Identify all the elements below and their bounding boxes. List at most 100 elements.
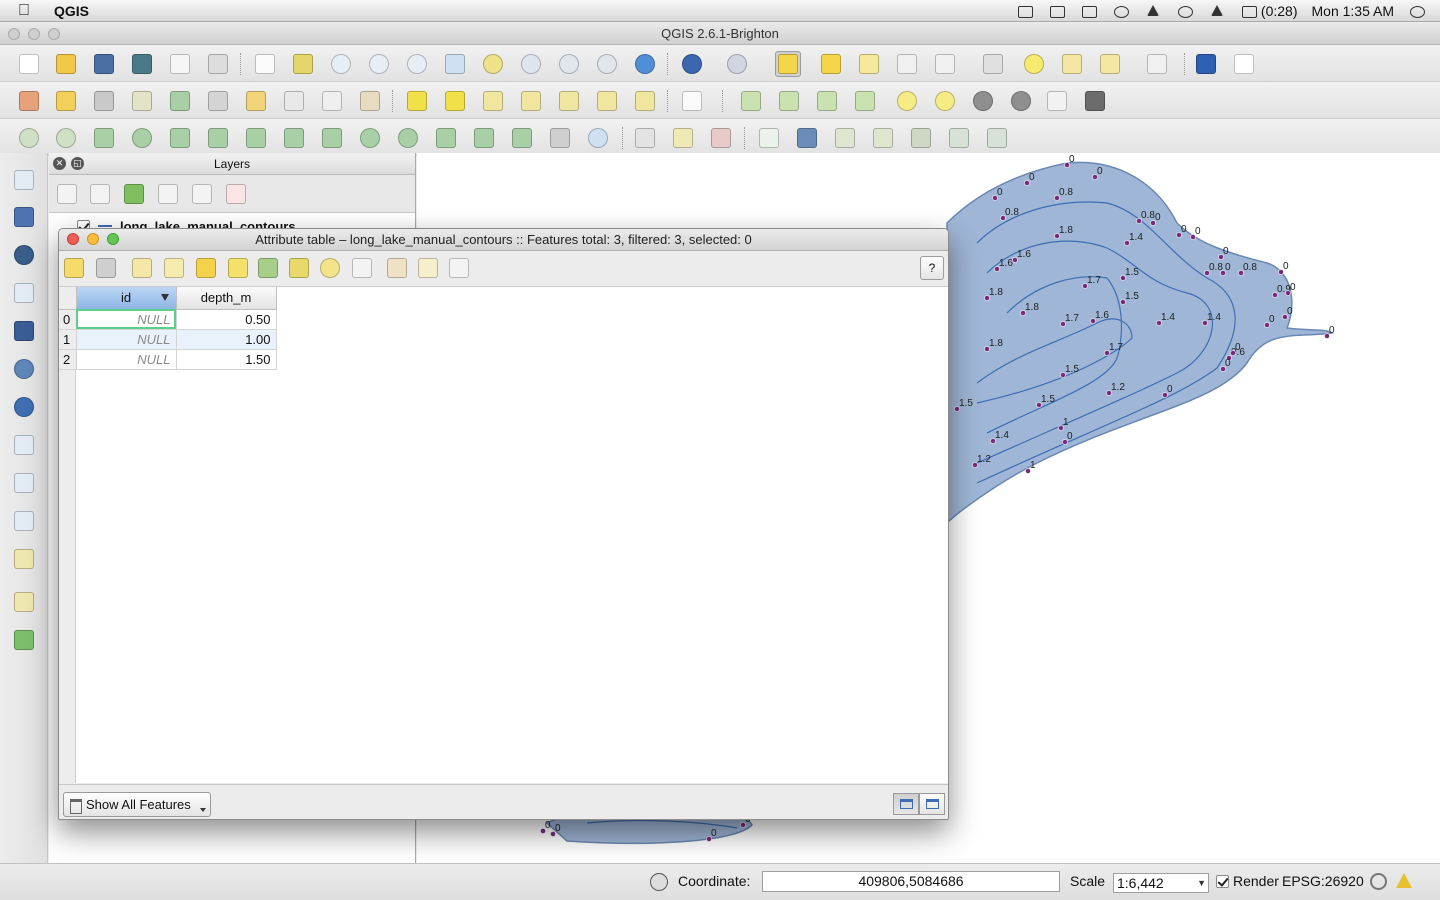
table-view-button[interactable] xyxy=(893,793,919,815)
invert-selection-button[interactable] xyxy=(255,255,281,281)
row-number[interactable]: 0 xyxy=(59,309,77,330)
bluetooth-icon[interactable] xyxy=(1144,4,1162,18)
decrease-contrast-button[interactable] xyxy=(1008,88,1034,114)
table-row[interactable]: 0 NULL 0.50 xyxy=(59,309,277,330)
whats-this-button[interactable] xyxy=(1231,51,1257,77)
coordinate-field[interactable]: 409806,5084686 xyxy=(762,871,1060,892)
corner-header[interactable] xyxy=(59,287,77,310)
toggle-editing-mode-button[interactable] xyxy=(61,255,87,281)
add-feature-button[interactable] xyxy=(129,88,155,114)
apple-menu-icon[interactable]:  xyxy=(18,2,38,20)
move-label-button[interactable] xyxy=(556,88,582,114)
rotate-label-button[interactable] xyxy=(594,88,620,114)
show-hide-labels-button[interactable] xyxy=(518,88,544,114)
crs-status-button[interactable]: EPSG:26920 xyxy=(1282,873,1364,889)
fill-ring-button[interactable] xyxy=(243,125,269,151)
zoom-native-button[interactable] xyxy=(404,51,430,77)
rotate-point-symbols-button[interactable] xyxy=(585,125,611,151)
reshape-features-button[interactable] xyxy=(357,125,383,151)
node-tool-button[interactable] xyxy=(205,88,231,114)
close-panel-icon[interactable]: ✕ xyxy=(53,157,66,170)
cell-depth[interactable]: 0.50 xyxy=(176,309,277,330)
screens-icon[interactable] xyxy=(1048,4,1066,18)
filter-legend-button[interactable] xyxy=(121,181,147,207)
remove-layer-button[interactable] xyxy=(708,125,734,151)
refresh-button[interactable] xyxy=(632,51,658,77)
new-project-button[interactable] xyxy=(16,51,42,77)
new-spatialite-layer-side-button[interactable] xyxy=(11,546,37,572)
minimize-attribute-window-button[interactable] xyxy=(87,233,99,245)
add-delimited-text-side-button[interactable] xyxy=(11,470,37,496)
add-group-button[interactable] xyxy=(54,181,80,207)
app-menu-name[interactable]: QGIS xyxy=(54,3,89,19)
increase-brightness-button[interactable] xyxy=(894,88,920,114)
delete-selected-features-button[interactable] xyxy=(129,255,155,281)
scale-combobox[interactable]: 1:6,442 ▼ xyxy=(1113,873,1209,893)
form-view-button[interactable] xyxy=(919,793,945,815)
new-print-composer-button[interactable] xyxy=(167,51,193,77)
toggle-editing-button[interactable] xyxy=(53,88,79,114)
render-checkbox[interactable] xyxy=(1216,875,1229,888)
save-edits-button[interactable] xyxy=(93,255,119,281)
menubar-clock[interactable]: Mon 1:35 AM xyxy=(1312,3,1395,19)
add-wcs-side-button[interactable] xyxy=(11,394,37,420)
add-delimited-text-button[interactable] xyxy=(946,125,972,151)
save-project-button[interactable] xyxy=(91,51,117,77)
add-ring-button[interactable] xyxy=(167,125,193,151)
remove-layer-panel-button[interactable] xyxy=(223,181,249,207)
table-row[interactable]: 1 NULL 1.00 xyxy=(59,329,277,350)
zoom-attribute-window-button[interactable] xyxy=(107,233,119,245)
increase-contrast-button[interactable] xyxy=(970,88,996,114)
change-label-button[interactable] xyxy=(632,88,658,114)
merge-features-button[interactable] xyxy=(509,125,535,151)
zoom-full-button[interactable] xyxy=(442,51,468,77)
graticule-button[interactable] xyxy=(1044,88,1070,114)
volume-icon[interactable] xyxy=(1208,4,1226,18)
battery-status[interactable]: (0:28) xyxy=(1240,3,1298,19)
add-vector-layer-side-button[interactable] xyxy=(11,167,37,193)
delete-column-button[interactable] xyxy=(384,255,410,281)
select-features-button[interactable] xyxy=(775,51,801,77)
delete-selected-button[interactable] xyxy=(243,88,269,114)
help-contents-button[interactable] xyxy=(1193,51,1219,77)
simplify-feature-button[interactable] xyxy=(129,125,155,151)
delete-ring-button[interactable] xyxy=(281,125,307,151)
zoom-to-selection-button[interactable] xyxy=(480,51,506,77)
cell-depth[interactable]: 1.50 xyxy=(176,349,277,370)
statistical-summary-button[interactable] xyxy=(932,51,958,77)
split-parts-button[interactable] xyxy=(471,125,497,151)
field-calculator-button[interactable] xyxy=(446,255,472,281)
map-tips-button[interactable] xyxy=(1021,51,1047,77)
move-selection-to-top-button[interactable] xyxy=(225,255,251,281)
pan-to-selection-button[interactable] xyxy=(290,51,316,77)
copy-features-button[interactable] xyxy=(319,88,345,114)
move-feature-button[interactable] xyxy=(167,88,193,114)
add-csw-button[interactable] xyxy=(679,88,705,114)
run-action-button[interactable] xyxy=(724,51,750,77)
new-geopackage-layer-button[interactable] xyxy=(632,125,658,151)
new-column-button[interactable] xyxy=(415,255,441,281)
collapse-all-button[interactable] xyxy=(189,181,215,207)
add-wms-side-button[interactable] xyxy=(11,356,37,382)
show-all-features-dropdown[interactable]: Show All Features xyxy=(63,792,211,817)
add-wfs-side-button[interactable] xyxy=(11,432,37,458)
messages-warning-icon[interactable] xyxy=(1396,873,1412,888)
undo-button[interactable] xyxy=(16,125,42,151)
add-mssql-side-button[interactable] xyxy=(11,318,37,344)
rotate-feature-button[interactable] xyxy=(91,125,117,151)
manage-visibility-button[interactable] xyxy=(87,181,113,207)
current-edits-button[interactable] xyxy=(16,88,42,114)
layer-labeling-button[interactable] xyxy=(404,88,430,114)
open-project-button[interactable] xyxy=(53,51,79,77)
split-features-button[interactable] xyxy=(433,125,459,151)
deselect-all-button[interactable] xyxy=(818,51,844,77)
add-postgis-button[interactable] xyxy=(832,125,858,151)
label-settings-button[interactable] xyxy=(442,88,468,114)
pin-labels-button[interactable] xyxy=(480,88,506,114)
unselect-all-button[interactable] xyxy=(193,255,219,281)
open-attribute-table-button[interactable] xyxy=(894,51,920,77)
wifi-icon[interactable] xyxy=(1176,4,1194,18)
text-annotation-button[interactable] xyxy=(1144,51,1170,77)
time-machine-icon[interactable] xyxy=(1112,4,1130,18)
float-panel-icon[interactable]: ◱ xyxy=(71,157,84,170)
